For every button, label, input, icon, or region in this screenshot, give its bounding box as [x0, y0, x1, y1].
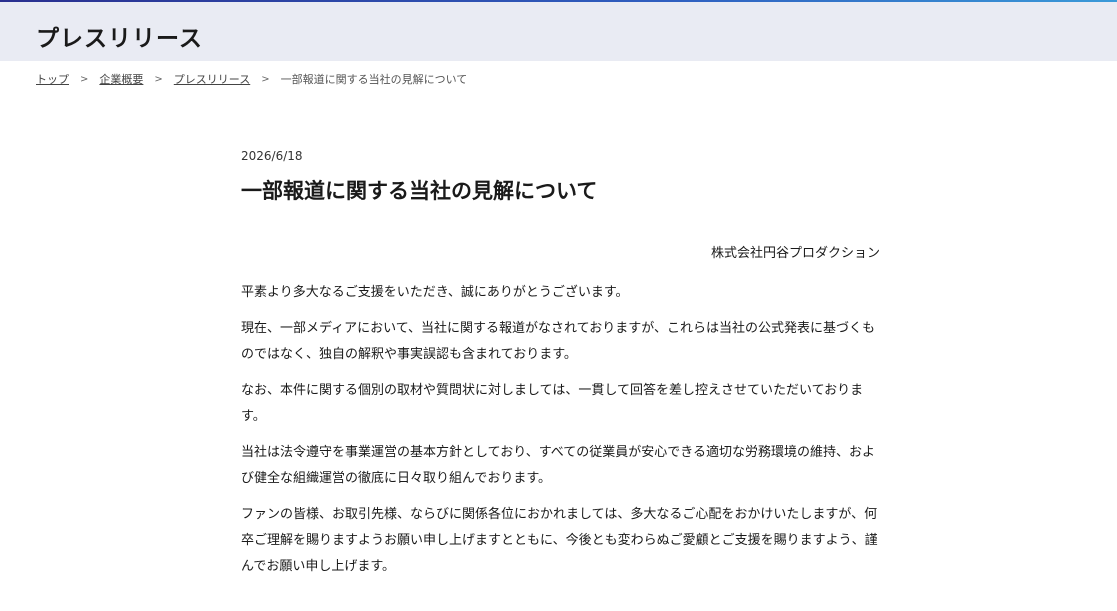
breadcrumb: トップ > 企業概要 > プレスリリース > 一部報道に関する当社の見解について [36, 71, 467, 87]
article-paragraph: 平素より多大なるご支援をいただき、誠にありがとうございます。 [241, 285, 629, 300]
article-paragraph: 当社は法令遵守を事業運営の基本方針としており、すべての従業員が安心できる適切な労… [241, 445, 876, 486]
article-paragraph: 現在、一部メディアにおいて、当社に関する報道がなされておりますが、これらは当社の… [241, 321, 876, 362]
article-paragraph: なお、本件に関する個別の取材や質問状に対しましては、一貫して回答を差し控えさせて… [241, 383, 864, 424]
breadcrumb-link-company[interactable]: 企業概要 [99, 71, 143, 87]
company-name: 株式会社円谷プロダクション [710, 246, 880, 261]
breadcrumb-current: 一部報道に関する当社の見解について [280, 73, 468, 86]
breadcrumb-link-press[interactable]: プレスリリース [174, 71, 250, 87]
page-title: プレスリリース [36, 26, 203, 52]
page-header: プレスリリース [0, 2, 1117, 61]
article-date: 2026/6/18 [241, 149, 303, 163]
article-paragraph: ファンの皆様、お取引先様、ならびに関係各位におかれましては、多大なるご心配をおか… [241, 507, 878, 574]
breadcrumb-separator: > [154, 73, 163, 85]
breadcrumb-separator: > [261, 73, 270, 85]
breadcrumb-link-top[interactable]: トップ [36, 71, 69, 87]
press-release-article: 2026/6/18 一部報道に関する当社の見解について 株式会社円谷プロダクショ… [241, 148, 881, 580]
breadcrumb-separator: > [80, 73, 89, 85]
article-title: 一部報道に関する当社の見解について [241, 179, 598, 203]
